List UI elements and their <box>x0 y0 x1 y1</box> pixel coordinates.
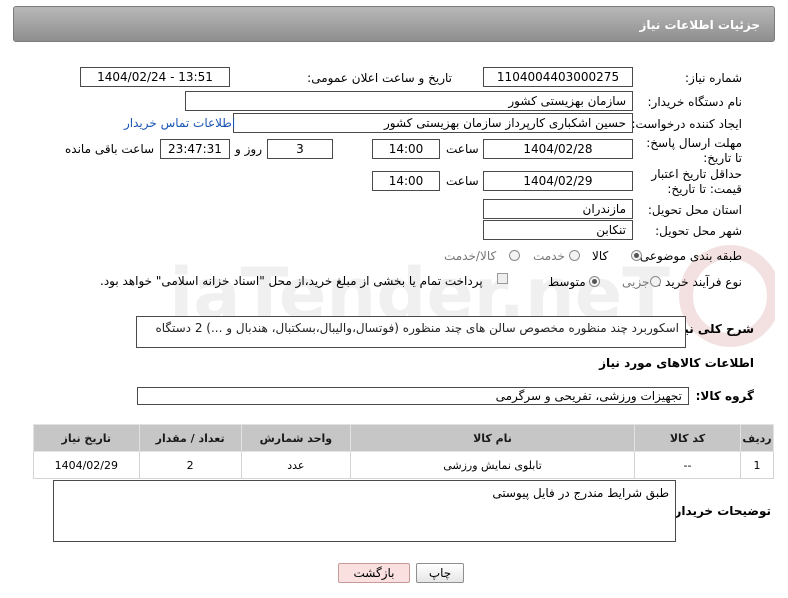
print-button[interactable]: چاپ <box>416 563 464 583</box>
cell-row: 1 <box>740 451 774 479</box>
announce-date-field[interactable]: 1404/02/24 - 13:51 <box>80 67 230 87</box>
col-unit: واحد شمارش <box>240 424 351 452</box>
province-field[interactable]: مازندران <box>483 199 633 219</box>
goods-group-field[interactable]: تجهیزات ورزشی، تفریحی و سرگرمی <box>137 387 689 405</box>
cell-qty: 2 <box>138 451 242 479</box>
cell-date: 1404/02/29 <box>33 451 140 479</box>
price-validity-label: حداقل تاریخ اعتبار قیمت: تا تاریخ: <box>651 167 742 196</box>
cell-code: -- <box>634 451 742 479</box>
cell-name: تابلوی نمایش ورزشی <box>349 451 636 479</box>
remaining-time-label: ساعت باقی مانده <box>65 142 155 156</box>
col-row: ردیف <box>740 424 774 452</box>
treasury-payment-note: پرداخت تمام یا بخشی از مبلغ خرید،از محل … <box>100 274 483 288</box>
announce-date-label: تاریخ و ساعت اعلان عمومی: <box>307 71 452 85</box>
days-remaining-field[interactable]: 3 <box>267 139 333 159</box>
reply-time-field[interactable]: 14:00 <box>372 139 440 159</box>
price-validity-date-field[interactable]: 1404/02/29 <box>483 171 633 191</box>
province-label: استان محل تحویل: <box>647 203 742 217</box>
need-number-field[interactable]: 1104004403000275 <box>483 67 633 87</box>
days-label: روز و <box>235 142 262 156</box>
price-validity-time-field[interactable]: 14:00 <box>372 171 440 191</box>
description-textarea[interactable]: اسکوربرد چند منظوره مخصوص سالن های چند م… <box>136 316 686 348</box>
price-validity-time-label: ساعت <box>446 174 479 188</box>
buyer-contact-link[interactable]: اطلاعات تماس خریدار <box>124 116 235 130</box>
col-code: کد کالا <box>634 424 742 452</box>
reply-date-field[interactable]: 1404/02/28 <box>483 139 633 159</box>
process-radio-medium[interactable] <box>589 276 600 287</box>
table-row[interactable]: 1 -- تابلوی نمایش ورزشی عدد 2 1404/02/29 <box>33 451 774 479</box>
goods-group-label: گروه کالا: <box>695 389 754 403</box>
category-radio-service[interactable] <box>569 250 580 261</box>
process-option-minor: جزیی <box>622 275 650 289</box>
remaining-time-field[interactable]: 23:47:31 <box>160 139 230 159</box>
buyer-org-field[interactable]: سازمان بهزیستی کشور <box>185 91 633 111</box>
city-label: شهر محل تحویل: <box>655 224 742 238</box>
reply-time-label: ساعت <box>446 142 479 156</box>
city-field[interactable]: تنکابن <box>483 220 633 240</box>
need-number-label: شماره نیاز: <box>685 71 742 85</box>
page-title: جزئیات اطلاعات نیاز <box>639 18 760 32</box>
col-date: تاریخ نیاز <box>33 424 140 452</box>
category-label: طبقه بندی موضوعی: <box>635 249 742 263</box>
goods-section-title: اطلاعات کالاهای مورد نیاز <box>599 356 754 370</box>
reply-deadline-label: مهلت ارسال پاسخ: تا تاریخ: <box>646 136 742 165</box>
creator-field[interactable]: حسین اشکباری کارپرداز سازمان بهزیستی کشو… <box>233 113 633 133</box>
category-radio-goods[interactable] <box>631 250 642 261</box>
buyer-org-label: نام دستگاه خریدار: <box>647 95 743 109</box>
category-option-goods-service: کالا/خدمت <box>444 249 497 263</box>
category-option-goods: کالا <box>592 249 609 263</box>
back-button[interactable]: بازگشت <box>338 563 410 583</box>
col-qty: تعداد / مقدار <box>138 424 242 452</box>
creator-label: ایجاد کننده درخواست: <box>631 117 742 131</box>
cell-unit: عدد <box>240 451 351 479</box>
category-option-service: خدمت <box>533 249 565 263</box>
process-radio-minor[interactable] <box>650 276 661 287</box>
col-name: نام کالا <box>349 424 636 452</box>
process-option-medium: متوسط <box>548 275 586 289</box>
category-radio-goods-service[interactable] <box>509 250 520 261</box>
treasury-payment-checkbox[interactable] <box>497 273 508 284</box>
goods-table: ردیف کد کالا نام کالا واحد شمارش تعداد /… <box>33 424 774 479</box>
page-header: جزئیات اطلاعات نیاز <box>13 6 775 42</box>
buyer-notes-textarea[interactable]: طبق شرایط مندرج در فایل پیوستی <box>53 480 676 542</box>
goods-table-header: ردیف کد کالا نام کالا واحد شمارش تعداد /… <box>33 424 774 452</box>
process-type-label: نوع فرآیند خرید : <box>657 275 742 289</box>
buyer-notes-label: توضیحات خریدار: <box>669 504 771 518</box>
